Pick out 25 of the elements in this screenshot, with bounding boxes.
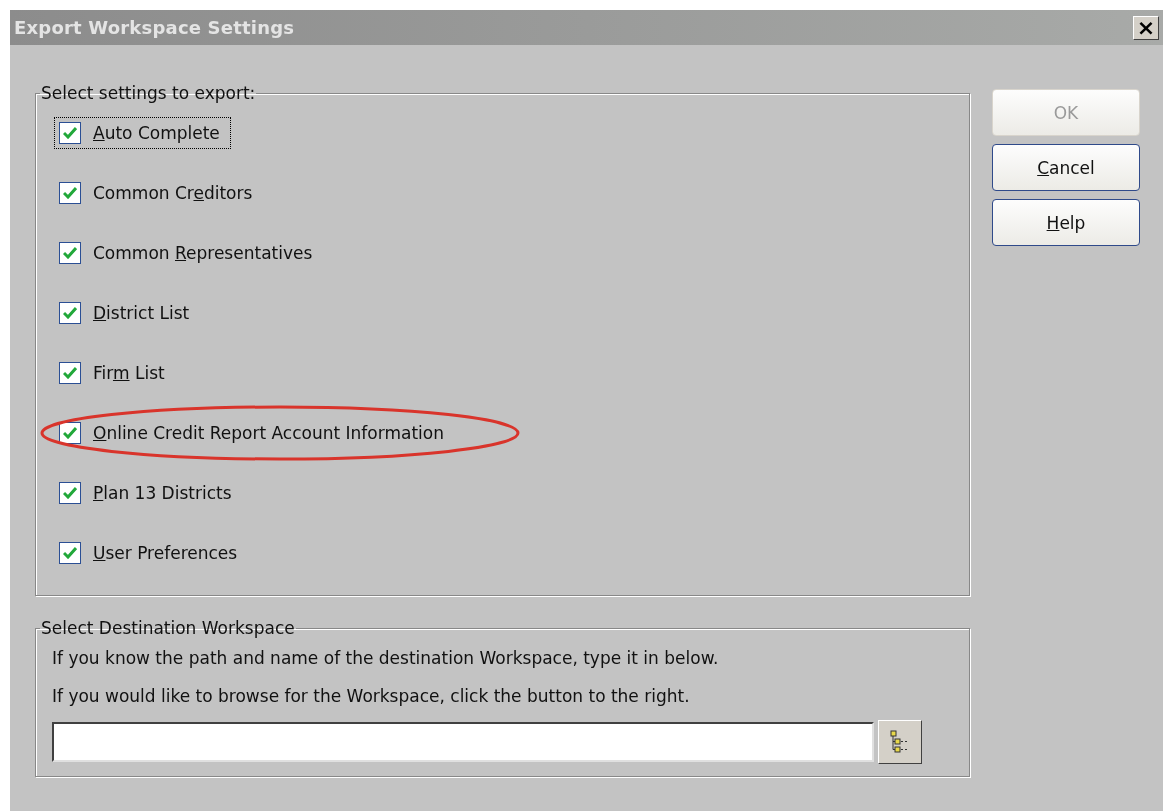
check-icon — [63, 247, 77, 259]
path-field[interactable] — [52, 722, 874, 762]
setting-checkbox[interactable]: Firm List — [54, 357, 176, 389]
dialog-button[interactable]: Cancel — [992, 144, 1140, 191]
check-icon — [63, 187, 77, 199]
check-icon — [63, 547, 77, 559]
setting-checkbox[interactable]: District List — [54, 297, 201, 329]
setting-checkbox[interactable]: Common Creditors — [54, 177, 264, 209]
check-icon — [63, 427, 77, 439]
setting-checkbox[interactable]: Auto Complete — [54, 117, 231, 149]
instruction-text: If you know the path and name of the destination Workspace, type it in below. — [52, 647, 720, 670]
group-title: Select settings to export: — [40, 83, 257, 103]
close-button[interactable]: × — [1133, 15, 1159, 40]
check-icon — [63, 487, 77, 499]
instruction-text: If you would like to browse for the Workspace, click the button to the right. — [52, 685, 691, 708]
check-icon — [63, 127, 77, 139]
dialog-button[interactable]: Help — [992, 199, 1140, 246]
check-icon — [63, 367, 77, 379]
browse-button[interactable] — [878, 720, 922, 764]
check-icon — [63, 307, 77, 319]
setting-checkbox[interactable]: User Preferences — [54, 537, 249, 569]
setting-checkbox[interactable]: Common Representatives — [54, 237, 324, 269]
window-title: Export Workspace Settings — [14, 17, 295, 38]
setting-checkbox[interactable]: Plan 13 Districts — [54, 477, 243, 509]
group-title: Select Destination Workspace — [40, 618, 296, 638]
